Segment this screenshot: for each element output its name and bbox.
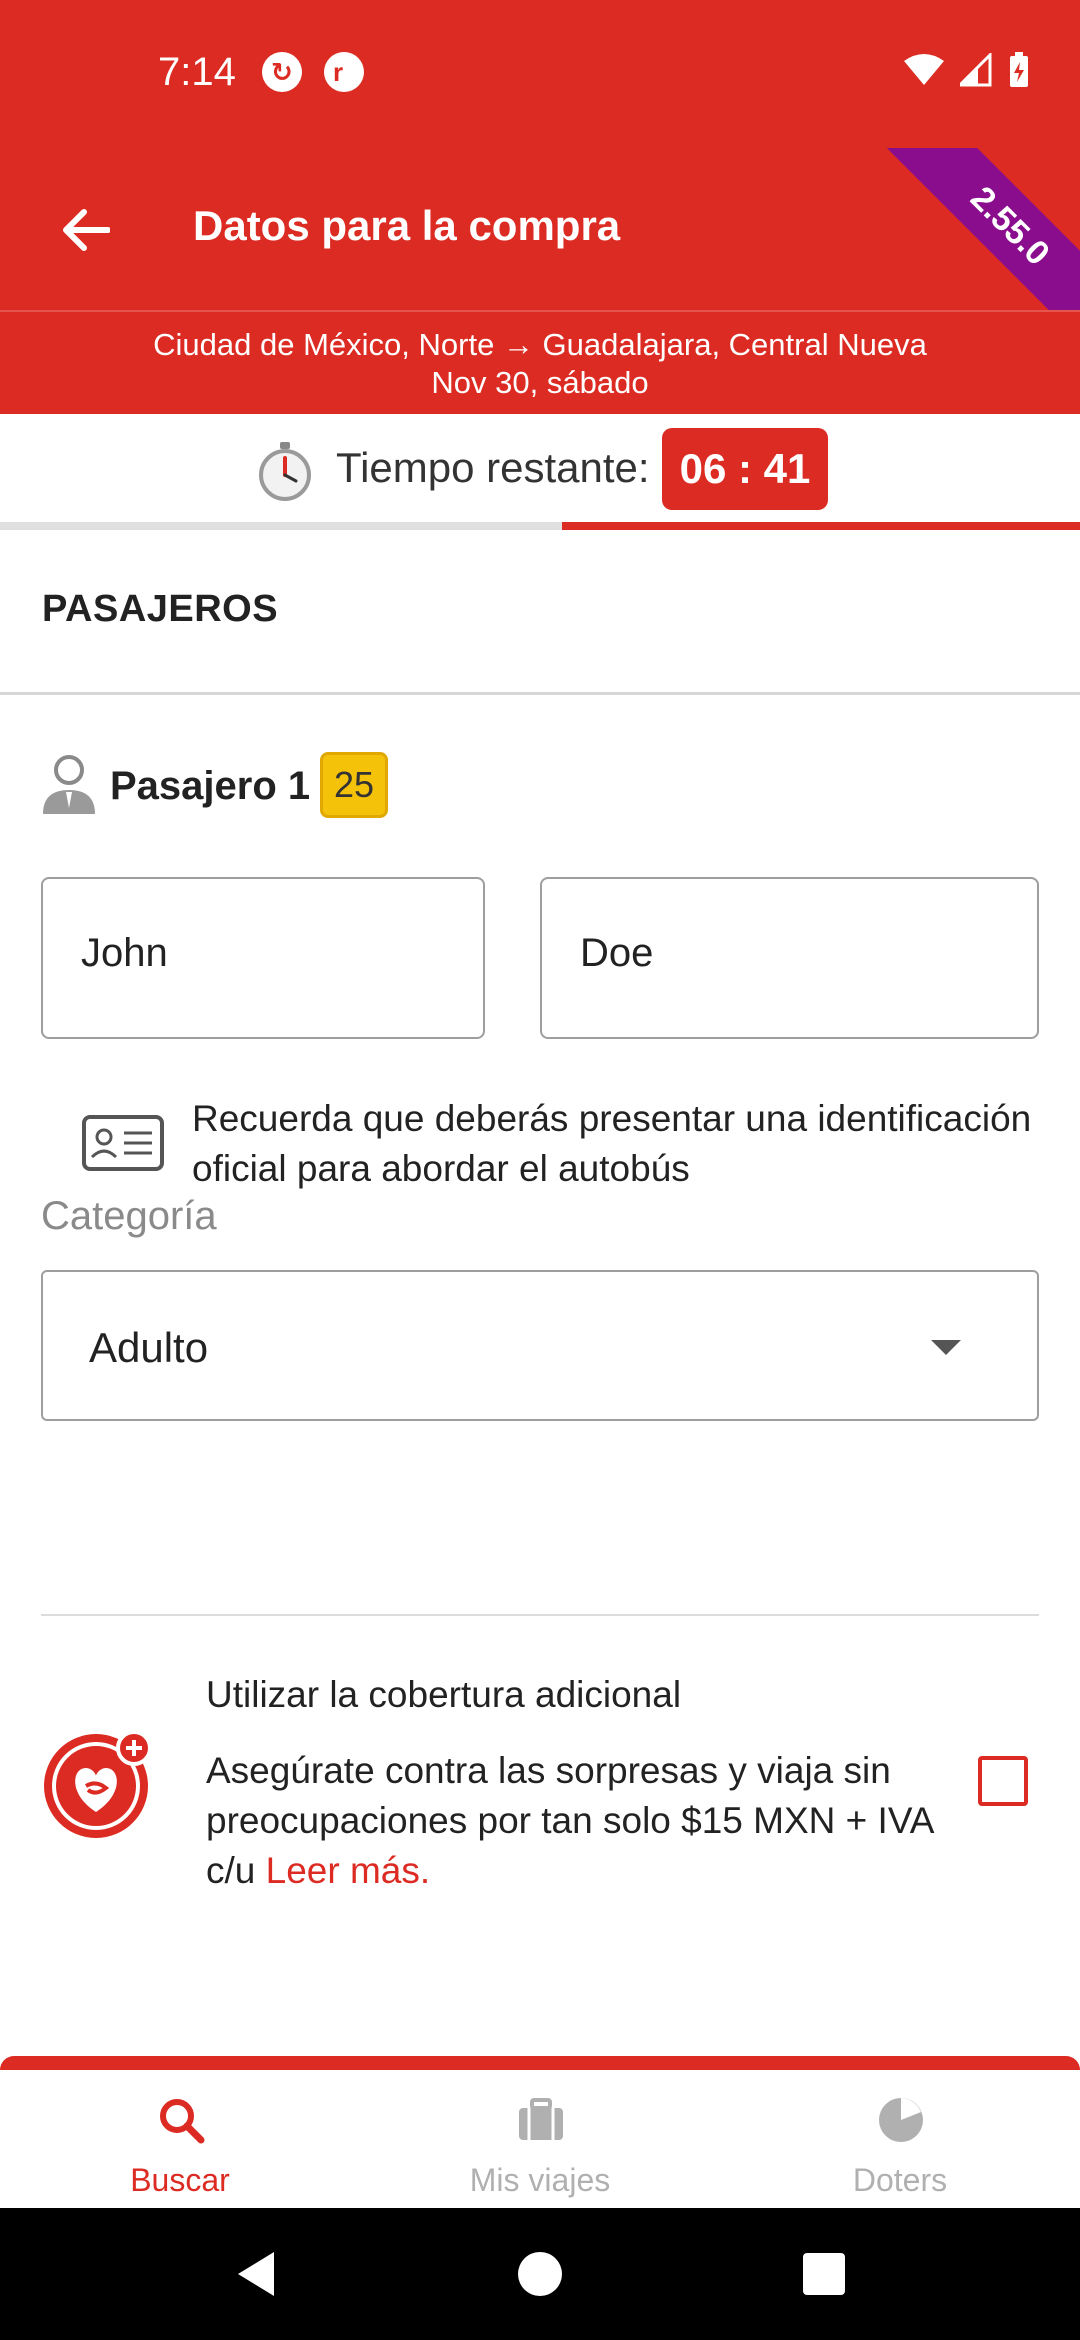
sync-app-icon: ↻ [262, 52, 302, 92]
version-ribbon: 2.55.0 [874, 148, 1080, 310]
back-button[interactable] [52, 196, 120, 264]
coverage-title: Utilizar la cobertura adicional [206, 1674, 682, 1715]
divider [41, 1614, 1039, 1616]
timer-progress-fill [561, 522, 1080, 530]
passenger-icon [43, 755, 95, 814]
timer-label: Tiempo restante: [336, 444, 650, 491]
dropdown-caret-icon [931, 1340, 961, 1355]
nav-label-doters: Doters [852, 2162, 948, 2198]
category-select[interactable]: Adulto [41, 1270, 1039, 1421]
arrow-left-icon [63, 209, 110, 251]
coverage-description: Asegúrate contra las sorpresas y viaja s… [206, 1746, 976, 1896]
system-back-icon[interactable] [230, 2248, 282, 2300]
signal-icon [960, 53, 992, 87]
read-more-link[interactable]: Leer más. [266, 1850, 431, 1891]
stopwatch-icon [259, 442, 311, 501]
nav-item-buscar[interactable]: Buscar [0, 2070, 360, 2208]
nav-label-mis-viajes: Mis viajes [469, 2162, 611, 2198]
seat-badge: 25 [320, 752, 388, 818]
timer-row: Tiempo restante: 06 : 41 [0, 414, 1080, 530]
nav-item-mis-viajes[interactable]: Mis viajes [360, 2070, 720, 2208]
last-name-input[interactable] [580, 931, 976, 976]
system-recents-icon[interactable] [798, 2248, 850, 2300]
status-bar: 7:14 ↻ r [0, 0, 1080, 148]
nav-item-doters[interactable]: Doters [720, 2070, 1080, 2208]
system-home-icon[interactable] [514, 2248, 566, 2300]
route-banner: Ciudad de México, Norte → Guadalajara, C… [0, 310, 1080, 414]
category-selected-value: Adulto [89, 1324, 209, 1371]
route-date: Nov 30, sábado [431, 365, 649, 400]
passenger-label: Pasajero 1 [110, 764, 311, 808]
timer-progress-bar [0, 522, 1080, 530]
app-bar: Datos para la compra 2.55.0 [0, 148, 1080, 310]
system-navigation-bar [0, 2208, 1080, 2340]
nav-label-buscar: Buscar [130, 2162, 230, 2198]
id-reminder-text: Recuerda que deberás presentar una ident… [192, 1098, 1032, 1189]
last-name-field[interactable] [540, 877, 1039, 1039]
doters-icon [879, 2098, 923, 2142]
search-icon [160, 2099, 205, 2144]
coverage-checkbox[interactable] [978, 1756, 1028, 1806]
timer-countdown: 06 : 41 [662, 428, 828, 510]
divider [0, 692, 1080, 695]
battery-icon [1010, 52, 1028, 87]
page-title: Datos para la compra [193, 202, 621, 249]
section-title: PASAJEROS [42, 588, 279, 630]
briefcase-icon [519, 2098, 563, 2140]
bottom-navigation: Buscar Mis viajes Doters [0, 2056, 1080, 2208]
first-name-field[interactable] [41, 877, 485, 1039]
route-summary: Ciudad de México, Norte → Guadalajara, C… [0, 326, 1080, 402]
category-label: Categoría [41, 1194, 217, 1238]
coverage-shield-icon [44, 1730, 152, 1838]
wifi-icon [904, 54, 944, 85]
status-time: 7:14 [158, 50, 236, 94]
notification-app-icon: r [324, 52, 364, 92]
route-line: Ciudad de México, Norte → Guadalajara, C… [153, 327, 927, 362]
first-name-input[interactable] [81, 931, 433, 976]
status-indicators [904, 52, 1030, 88]
id-card-icon [82, 1115, 164, 1171]
